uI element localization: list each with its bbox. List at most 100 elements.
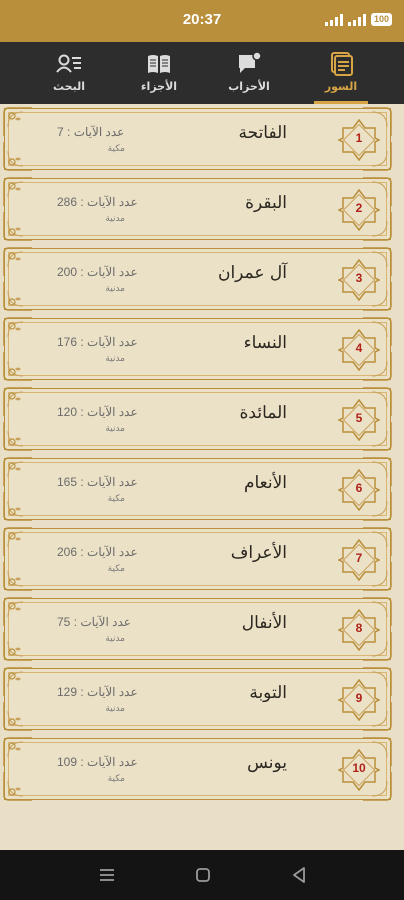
corner-ornament-icon: [3, 177, 32, 206]
surah-item[interactable]: الأنعام عدد الآيات : 165 مكية 6: [3, 457, 392, 521]
surah-item[interactable]: الأعراف عدد الآيات : 206 مكية 7: [3, 527, 392, 591]
corner-ornament-icon: [3, 527, 32, 556]
surah-number: 7: [355, 551, 363, 565]
system-nav-bar: [0, 850, 404, 900]
surah-name: الأعراف: [230, 543, 287, 563]
back-icon[interactable]: [289, 865, 309, 885]
corner-ornament-icon: [3, 492, 32, 521]
ayat-count: عدد الآيات : 206: [57, 545, 138, 559]
revelation-type: مدنية: [105, 284, 125, 294]
revelation-type: مكية: [107, 494, 125, 504]
ayat-count: عدد الآيات : 286: [57, 195, 138, 209]
surah-item[interactable]: البقرة عدد الآيات : 286 مدنية 2: [3, 177, 392, 241]
surah-item[interactable]: يونس عدد الآيات : 109 مكية 10: [3, 737, 392, 801]
surah-name: الأنفال: [241, 613, 287, 633]
surah-number-badge: 6: [337, 468, 381, 512]
corner-ornament-icon: [3, 667, 32, 696]
corner-ornament-icon: [3, 387, 32, 416]
surah-item[interactable]: الأنفال عدد الآيات : 75 مدنية 8: [3, 597, 392, 661]
surah-number: 2: [355, 201, 363, 215]
surah-number-badge: 4: [337, 328, 381, 372]
ayat-count: عدد الآيات : 7: [57, 125, 125, 139]
surah-name: الفاتحة: [238, 123, 287, 143]
surah-number: 5: [355, 411, 363, 425]
tab-ahzab-label: الأحزاب: [228, 80, 270, 93]
ayat-count: عدد الآيات : 120: [57, 405, 138, 419]
corner-ornament-icon: [3, 282, 32, 311]
revelation-type: مكية: [107, 564, 125, 574]
corner-ornament-icon: [3, 107, 32, 136]
surah-list-icon: [331, 52, 353, 76]
open-book-icon: [148, 55, 170, 73]
ahzab-chat-icon: [239, 52, 262, 73]
corner-ornament-icon: [3, 597, 32, 626]
revelation-type: مدنية: [105, 704, 125, 714]
status-bar: 20:37 100: [0, 0, 404, 42]
surah-number: 1: [355, 131, 363, 145]
ayat-count: عدد الآيات : 165: [57, 475, 138, 489]
corner-ornament-icon: [3, 317, 32, 346]
surah-number: 4: [355, 341, 363, 355]
ayat-count: عدد الآيات : 129: [57, 685, 138, 699]
surah-number-badge: 10: [337, 748, 381, 792]
tab-surahs-label: السور: [324, 80, 358, 93]
corner-ornament-icon: [3, 422, 32, 451]
tab-ahzab[interactable]: الأحزاب: [204, 42, 294, 104]
surah-item[interactable]: النساء عدد الآيات : 176 مدنية 4: [3, 317, 392, 381]
ayat-count: عدد الآيات : 200: [57, 265, 138, 279]
signal-icon-2: [347, 14, 366, 26]
home-icon[interactable]: [193, 865, 213, 885]
surah-number-badge: 8: [337, 608, 381, 652]
surah-item[interactable]: التوبة عدد الآيات : 129 مدنية 9: [3, 667, 392, 731]
revelation-type: مدنية: [105, 214, 125, 224]
surah-number-badge: 3: [337, 258, 381, 302]
tab-surahs[interactable]: السور: [296, 42, 386, 104]
corner-ornament-icon: [3, 632, 32, 661]
surah-number-badge: 9: [337, 678, 381, 722]
surah-list[interactable]: الفاتحة عدد الآيات : 7 مكية 1 البقرة عدد…: [0, 104, 404, 850]
corner-ornament-icon: [3, 737, 32, 766]
tab-ajza-label: الأجزاء: [140, 80, 178, 93]
surah-name: البقرة: [245, 193, 287, 213]
surah-name: يونس: [247, 753, 287, 773]
surah-name: التوبة: [249, 683, 287, 703]
corner-ornament-icon: [3, 352, 32, 381]
surah-number: 8: [355, 621, 363, 635]
surah-name: المائدة: [239, 403, 287, 423]
surah-number: 3: [355, 271, 363, 285]
surah-number-badge: 7: [337, 538, 381, 582]
ayat-count: عدد الآيات : 109: [57, 755, 138, 769]
ayat-count: عدد الآيات : 176: [57, 335, 138, 349]
surah-number: 6: [355, 481, 363, 495]
surah-number-badge: 5: [337, 398, 381, 442]
surah-number: 10: [352, 761, 366, 775]
corner-ornament-icon: [3, 772, 32, 801]
corner-ornament-icon: [3, 457, 32, 486]
revelation-type: مدنية: [105, 354, 125, 364]
surah-number: 9: [355, 691, 363, 705]
surah-name: النساء: [243, 333, 287, 353]
tab-bar: السور الأحزاب الأجزاء البحث: [0, 42, 404, 104]
surah-number-badge: 2: [337, 188, 381, 232]
battery-icon: 100: [370, 13, 392, 26]
revelation-type: مدنية: [105, 634, 125, 644]
surah-item[interactable]: المائدة عدد الآيات : 120 مدنية 5: [3, 387, 392, 451]
corner-ornament-icon: [3, 702, 32, 731]
surah-item[interactable]: آل عمران عدد الآيات : 200 مدنية 3: [3, 247, 392, 311]
tab-ajza[interactable]: الأجزاء: [114, 42, 204, 104]
tab-search-label: البحث: [53, 80, 85, 93]
revelation-type: مكية: [107, 144, 125, 154]
tab-search[interactable]: البحث: [24, 42, 114, 104]
surah-name: الأنعام: [243, 473, 287, 493]
ayat-count: عدد الآيات : 75: [57, 615, 131, 629]
recent-apps-icon[interactable]: [97, 865, 117, 885]
revelation-type: مكية: [107, 774, 125, 784]
signal-icon: [324, 14, 343, 26]
revelation-type: مدنية: [105, 424, 125, 434]
status-icons: 100: [324, 13, 392, 26]
corner-ornament-icon: [3, 142, 32, 171]
search-person-icon: [56, 54, 81, 73]
surah-number-badge: 1: [337, 118, 381, 162]
corner-ornament-icon: [3, 247, 32, 276]
surah-item[interactable]: الفاتحة عدد الآيات : 7 مكية 1: [3, 107, 392, 171]
